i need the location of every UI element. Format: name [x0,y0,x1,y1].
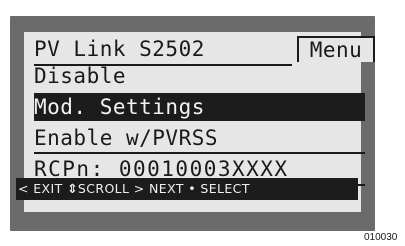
menu-tab[interactable]: Menu [297,36,375,62]
exit-hint[interactable]: < EXIT [18,181,63,196]
next-hint[interactable]: > NEXT [134,181,184,196]
up-down-arrow-icon: ⇕ [67,181,78,196]
device-bezel: PV Link S2502 Menu Disable Mod. Settings… [10,16,375,231]
figure-id: 010030 [364,232,398,243]
title-bar: PV Link S2502 Menu [34,36,375,66]
menu-item-disable[interactable]: Disable [34,64,365,88]
menu-item-label: Enable w/PVRSS [34,126,219,150]
select-hint[interactable]: SELECT [200,181,249,196]
menu-item-label: Disable [34,64,127,88]
bullet-icon: • [188,181,197,196]
menu-item-mod-settings[interactable]: Mod. Settings [34,93,365,121]
device-title: PV Link S2502 [34,37,205,61]
menu-item-label: Mod. Settings [34,95,205,119]
navigation-hint-bar: < EXIT ⇕SCROLL > NEXT • SELECT [16,178,358,200]
scroll-hint[interactable]: SCROLL [78,181,130,196]
menu-item-enable-pvrss[interactable]: Enable w/PVRSS [34,124,365,154]
